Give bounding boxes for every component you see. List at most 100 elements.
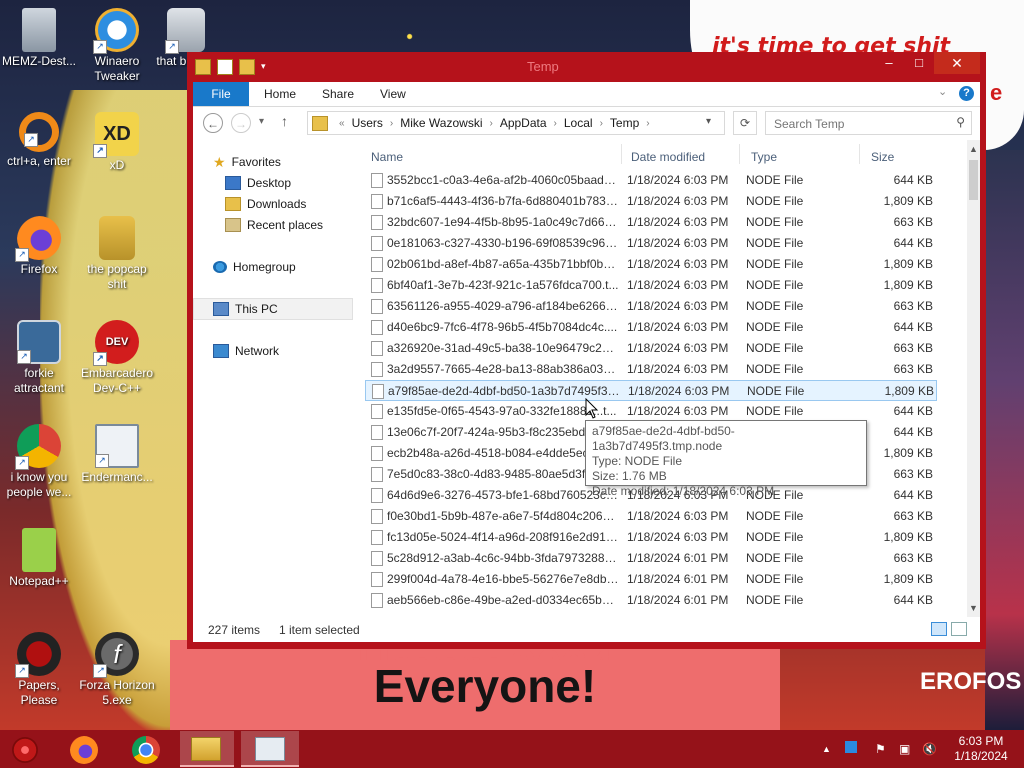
tab-file[interactable]: File [193,82,249,106]
column-divider[interactable] [739,144,740,164]
volume-muted-icon[interactable]: 🔇 [922,742,937,756]
nav-item-downloads[interactable]: Downloads [225,194,306,214]
file-row[interactable]: 63561126-a955-4029-a796-af184be62662....… [365,296,937,317]
new-folder-icon[interactable] [239,59,255,75]
scrollbar-thumb[interactable] [969,160,978,200]
file-row[interactable]: 5c28d912-a3ab-4c6c-94bb-3fda7973288b....… [365,548,937,569]
tab-view[interactable]: View [380,82,406,106]
file-size: 1,809 KB [884,384,934,398]
details-view-icon[interactable] [931,622,947,636]
breadcrumb-local[interactable]: Local [564,116,593,131]
file-row[interactable]: fc13d05e-5024-4f14-a96d-208f916e2d91.t..… [365,527,937,548]
forward-button[interactable]: → [231,113,251,133]
chevron-right-icon[interactable]: › [593,116,610,131]
blue-square-icon[interactable] [845,741,857,753]
desktop-icon-forza[interactable]: f ↗ Forza Horizon 5.exe [78,632,156,708]
desktop-icon-xd[interactable]: XD ↗ xD [78,112,156,173]
back-button[interactable]: ← [203,113,223,133]
flag-icon[interactable]: ⚑ [875,742,886,756]
file-row[interactable]: f0e30bd1-5b9b-487e-a6e7-5f4d804c2069....… [365,506,937,527]
taskbar-firefox[interactable] [58,731,110,767]
column-header-type[interactable]: Type [751,146,777,168]
column-header-name[interactable]: Name [371,146,403,168]
column-divider[interactable] [621,144,622,164]
network-icon[interactable]: ▣ [899,742,910,756]
breadcrumb-temp[interactable]: Temp [610,116,639,131]
nav-item-recent-places[interactable]: Recent places [225,215,323,235]
breadcrumb-users[interactable]: Users [352,116,383,131]
desktop-icon-chrome[interactable]: ↗ i know you people we... [0,424,78,500]
properties-icon[interactable] [217,59,233,75]
chevron-right-icon[interactable]: › [547,116,564,131]
desktop-icon-ctrl-a[interactable]: ↗ ctrl+a, enter [0,112,78,169]
taskbar-chrome[interactable] [120,731,172,767]
file-row[interactable]: d40e6bc9-7fc6-4f78-96b5-4f5b7084dc4c....… [365,317,937,338]
nav-item-this-pc[interactable]: This PC [213,299,278,319]
minimize-button[interactable]: – [874,52,904,74]
desktop-icon-winaero[interactable]: ↗ Winaero Tweaker [78,8,156,84]
address-dropdown-icon[interactable]: ▾ [706,116,711,127]
title-bar[interactable]: ▾ Temp – □ ✕ [187,52,986,82]
file-row[interactable]: 02b061bd-a8ef-4b87-a65a-435b71bbf0bc....… [365,254,937,275]
tab-home[interactable]: Home [264,82,296,106]
column-header-size[interactable]: Size [871,146,894,168]
file-row[interactable]: e135fd5e-0f65-4543-97a0-332fe18881...t..… [365,401,937,422]
file-row[interactable]: 3a2d9557-7665-4e28-ba13-88ab386a0332....… [365,359,937,380]
scroll-up-icon[interactable]: ▲ [969,144,978,154]
search-input[interactable] [772,113,946,135]
recent-locations-icon[interactable]: ▾ [259,116,264,127]
help-icon[interactable]: ? [959,86,974,101]
maximize-button[interactable]: □ [904,52,934,74]
search-box[interactable]: ⚲ [765,111,972,135]
file-type: NODE File [746,320,804,334]
chevron-right-icon[interactable]: › [383,116,400,131]
desktop-icon-papers-please[interactable]: ↗ Papers, Please [0,632,78,708]
tab-share[interactable]: Share [322,82,354,106]
shortcut-arrow-icon: ↗ [17,350,31,364]
nav-item-network[interactable]: Network [213,341,279,361]
start-button[interactable] [0,731,52,767]
desktop-icon-enderman[interactable]: ↗ Endermanc... [78,424,156,485]
chevron-right-icon[interactable]: › [639,116,656,131]
column-divider[interactable] [859,144,860,164]
file-row[interactable]: b71c6af5-4443-4f36-b7fa-6d880401b783.t..… [365,191,937,212]
file-row[interactable]: 32bdc607-1e94-4f5b-8b95-1a0c49c7d663....… [365,212,937,233]
chevron-down-icon[interactable]: ▾ [261,59,269,73]
nav-item-homegroup[interactable]: Homegroup [213,257,296,277]
desktop-icon-devcpp[interactable]: DEV ↗ Embarcadero Dev-C++ [78,320,156,396]
breadcrumb-overflow-icon[interactable]: « [332,116,352,131]
selection-count: 1 item selected [279,623,360,637]
file-row[interactable]: aeb566eb-c86e-49be-a2ed-d0334ec65b8.... 1… [365,590,937,611]
show-hidden-icon[interactable]: ▲ [822,744,831,754]
refresh-button[interactable]: ⟳ [733,111,757,135]
vertical-scrollbar[interactable]: ▲ ▼ [967,140,980,617]
file-row[interactable]: 6bf40af1-3e7b-423f-921c-1a576fdca700.t..… [365,275,937,296]
scroll-down-icon[interactable]: ▼ [969,603,978,613]
desktop-icon-notepadpp[interactable]: Notepad++ [0,528,78,589]
taskbar-clock[interactable]: 6:03 PM 1/18/2024 [948,734,1014,764]
taskbar-control-panel[interactable] [241,731,299,767]
firefox-icon [70,736,98,764]
desktop-icon-memz[interactable]: MEMZ-Dest... [0,8,78,69]
file-row[interactable]: 3552bcc1-c0a3-4e6a-af2b-4060c05baad2....… [365,170,937,191]
ribbon-expand-icon[interactable]: ⌄ [938,85,947,98]
file-row[interactable]: 0e181063-c327-4330-b196-69f08539c96b....… [365,233,937,254]
up-button[interactable]: ↑ [281,113,288,129]
breadcrumb-user[interactable]: Mike Wazowski [400,116,482,131]
file-row[interactable]: a79f85ae-de2d-4dbf-bd50-1a3b7d7495f3....… [365,380,937,401]
address-bar[interactable]: « Users › Mike Wazowski › AppData › Loca… [307,111,725,135]
desktop-icon-firefox[interactable]: ↗ Firefox [0,216,78,277]
large-icons-view-icon[interactable] [951,622,967,636]
breadcrumb-appdata[interactable]: AppData [500,116,547,131]
taskbar-file-explorer[interactable] [180,731,234,767]
desktop-icon-forkie[interactable]: ↗ forkie attractant [0,320,78,396]
desktop-icon-popcap[interactable]: the popcap shit [78,216,156,292]
close-button[interactable]: ✕ [934,52,980,74]
chevron-right-icon[interactable]: › [482,116,499,131]
nav-item-favorites[interactable]: ★ Favorites [213,152,281,172]
column-header-date[interactable]: Date modified [631,146,705,168]
file-row[interactable]: a326920e-31ad-49c5-ba38-10e96479c208....… [365,338,937,359]
nav-item-desktop[interactable]: Desktop [225,173,291,193]
search-icon[interactable]: ⚲ [956,115,965,129]
file-row[interactable]: 299f004d-4a78-4e16-bbe5-56276e7e8db2....… [365,569,937,590]
